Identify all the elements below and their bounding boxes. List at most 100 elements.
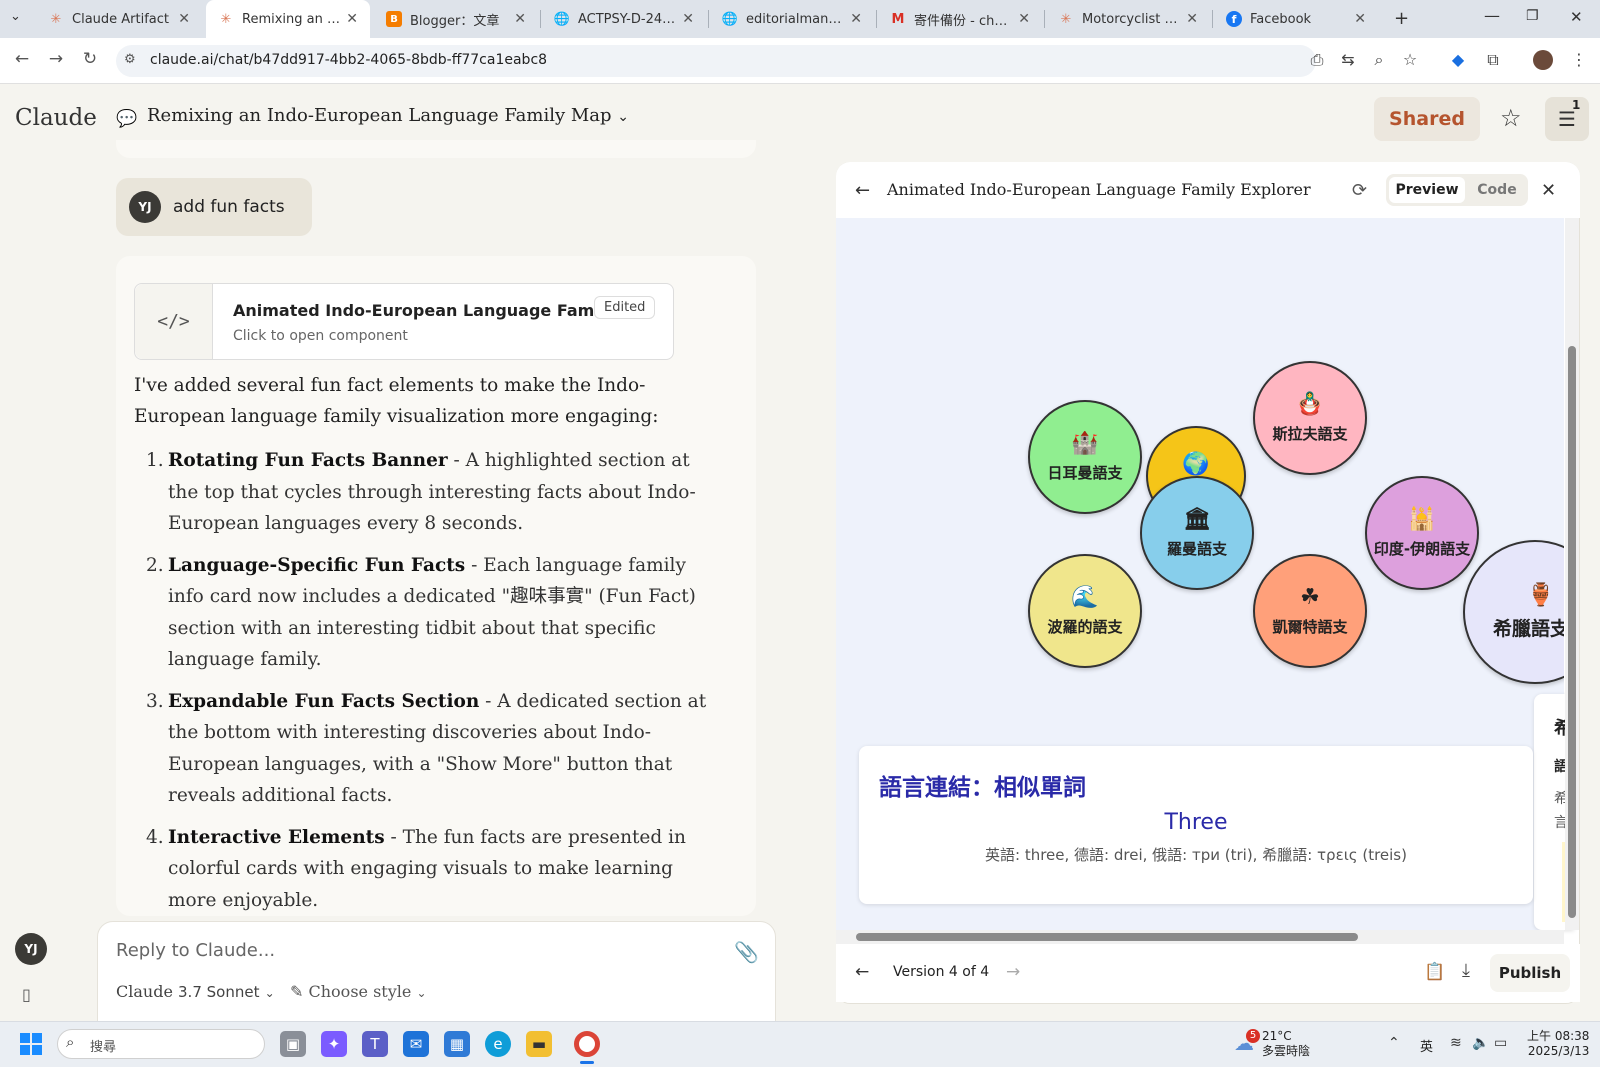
- start-windows-icon[interactable]: [20, 1033, 42, 1055]
- previous-version-icon[interactable]: ←: [855, 962, 869, 982]
- edge-icon[interactable]: e: [485, 1031, 511, 1057]
- task-view-icon[interactable]: ▣: [280, 1031, 306, 1057]
- forward-icon[interactable]: →: [44, 49, 68, 69]
- taskbar-search-input[interactable]: 搜尋: [90, 1036, 116, 1055]
- vertical-scroll-thumb[interactable]: [1568, 346, 1576, 918]
- horizontal-scroll-thumb[interactable]: [856, 933, 1358, 941]
- translate-icon[interactable]: ⇆: [1337, 50, 1359, 69]
- chrome-icon[interactable]: [574, 1031, 600, 1057]
- style-selector[interactable]: ✎ Choose style ⌄: [290, 982, 427, 1001]
- artifact-card[interactable]: </> Animated Indo-European Language Fami…: [134, 283, 674, 360]
- store-icon[interactable]: ▦: [444, 1031, 470, 1057]
- wave-icon: 🌊: [1071, 585, 1099, 610]
- settings-sliders-button[interactable]: ☰: [1545, 97, 1589, 141]
- gmail-icon: M: [891, 11, 905, 27]
- word-connection-card: 語言連結：相似單詞 Three 英語: three, 德語: drei, 俄語:…: [859, 746, 1533, 904]
- bookmark-star-icon[interactable]: ☆: [1399, 50, 1421, 69]
- taskbar-search[interactable]: [57, 1029, 265, 1059]
- tab-claude-artifact[interactable]: ✳ Claude Artifact ✕: [36, 0, 202, 38]
- claude-logo[interactable]: Claude: [15, 105, 97, 131]
- extensions-puzzle-icon[interactable]: ⧉: [1482, 50, 1504, 70]
- claude-icon: ✳: [1060, 11, 1072, 27]
- code-icon: </>: [135, 284, 213, 359]
- tab-motorcyclist[interactable]: ✳ Motorcyclist Acqu ✕: [1046, 0, 1210, 38]
- back-arrow-icon[interactable]: ←: [855, 180, 870, 201]
- new-tab-icon[interactable]: +: [1394, 8, 1409, 29]
- node-romance[interactable]: 🏛 羅曼語支: [1140, 476, 1254, 590]
- chat-title[interactable]: Remixing an Indo-European Language Famil…: [147, 105, 629, 126]
- teams-icon[interactable]: T: [362, 1031, 388, 1057]
- node-slavic[interactable]: 🪆 斯拉夫語支: [1253, 361, 1367, 475]
- shared-button[interactable]: Shared: [1374, 97, 1480, 141]
- code-tab[interactable]: Code: [1468, 177, 1526, 203]
- download-icon[interactable]: ⤓: [1462, 960, 1470, 981]
- tab-editorialmanager[interactable]: 🌐 editorialmanager.c ✕: [710, 0, 874, 38]
- list-item: 3. Expandable Fun Facts Section - A dedic…: [146, 690, 707, 807]
- artifact-subtitle: Click to open component: [233, 328, 408, 344]
- copilot-icon[interactable]: ✦: [321, 1031, 347, 1057]
- reply-input[interactable]: Reply to Claude...: [116, 940, 275, 961]
- claude-icon: ✳: [220, 11, 232, 27]
- tab-gmail[interactable]: M 寄件備份 - chang2 ✕: [878, 0, 1042, 38]
- previous-message-edge: [116, 140, 756, 158]
- node-indo-iranian[interactable]: 🕌 印度-伊朗語支: [1365, 476, 1479, 590]
- close-icon[interactable]: ✕: [1186, 11, 1198, 27]
- refresh-icon[interactable]: ⟳: [1352, 180, 1367, 201]
- close-icon[interactable]: ✕: [346, 11, 358, 27]
- tab-blogger[interactable]: B Blogger：文章 ✕: [374, 0, 538, 38]
- extension-diamond-icon[interactable]: ◆: [1447, 50, 1469, 69]
- shamrock-icon: ☘: [1300, 585, 1320, 610]
- tab-actpsy[interactable]: 🌐 ACTPSY-D-24-026 ✕: [542, 0, 706, 38]
- model-selector[interactable]: Claude 3.7 Sonnet ⌄: [116, 982, 275, 1001]
- show-hidden-icons-chevron-icon[interactable]: ⌃: [1388, 1035, 1400, 1051]
- reload-icon[interactable]: ↻: [78, 49, 102, 69]
- user-message-text: add fun facts: [173, 197, 285, 217]
- close-icon[interactable]: ✕: [682, 11, 694, 27]
- close-icon[interactable]: ✕: [1354, 11, 1366, 27]
- node-germanic[interactable]: 🏰 日耳曼語支: [1028, 400, 1142, 514]
- weather-widget[interactable]: 21°C 多雲時陰: [1262, 1029, 1310, 1059]
- attach-paperclip-icon[interactable]: 📎: [734, 940, 759, 964]
- install-app-icon[interactable]: ⎙: [1306, 50, 1328, 70]
- reply-composer[interactable]: [97, 921, 776, 1031]
- node-greek[interactable]: 🏺 希臘語支: [1463, 540, 1564, 684]
- close-icon[interactable]: ✕: [178, 11, 190, 27]
- browser-menu-icon[interactable]: ⋮: [1568, 50, 1590, 69]
- ime-indicator[interactable]: 英: [1420, 1036, 1433, 1055]
- account-avatar[interactable]: YJ: [15, 933, 47, 965]
- tab-search-chevron-icon[interactable]: ⌄: [10, 9, 21, 24]
- battery-icon[interactable]: ▭: [1494, 1035, 1507, 1051]
- edited-badge: Edited: [594, 296, 656, 319]
- volume-icon[interactable]: 🔈: [1472, 1035, 1489, 1051]
- restore-icon[interactable]: ❐: [1526, 8, 1539, 24]
- preview-tab[interactable]: Preview: [1389, 177, 1465, 203]
- site-info-icon[interactable]: ⚙: [124, 52, 136, 67]
- features-list: 1. Rotating Fun Facts Banner - A highligh…: [134, 445, 714, 926]
- node-baltic[interactable]: 🌊 波羅的語支: [1028, 554, 1142, 668]
- star-icon[interactable]: ☆: [1500, 104, 1522, 132]
- next-version-icon[interactable]: →: [1006, 962, 1020, 982]
- url-text[interactable]: claude.ai/chat/b47dd917-4bb2-4065-8bdb-f…: [150, 52, 547, 68]
- version-label: Version 4 of 4: [893, 964, 990, 980]
- wifi-icon[interactable]: ≋: [1450, 1035, 1462, 1051]
- node-celtic[interactable]: ☘ 凱爾特語支: [1253, 554, 1367, 668]
- window-close-icon[interactable]: ✕: [1570, 8, 1583, 26]
- globe-icon: 🌍: [1182, 452, 1210, 477]
- zoom-icon[interactable]: ⌕: [1368, 50, 1390, 70]
- close-icon[interactable]: ✕: [850, 11, 862, 27]
- back-icon[interactable]: ←: [10, 49, 34, 69]
- publish-button[interactable]: Publish: [1490, 954, 1570, 992]
- copy-icon[interactable]: 📋: [1424, 962, 1445, 982]
- tab-facebook[interactable]: f Facebook ✕: [1214, 0, 1378, 38]
- minimize-icon[interactable]: —: [1484, 6, 1500, 25]
- profile-avatar-icon[interactable]: [1533, 50, 1553, 70]
- close-icon[interactable]: ✕: [514, 11, 526, 27]
- castle-icon: 🏰: [1071, 431, 1099, 456]
- close-panel-icon[interactable]: ✕: [1541, 180, 1556, 201]
- close-icon[interactable]: ✕: [1018, 11, 1030, 27]
- sidebar-toggle-icon[interactable]: ▯: [22, 985, 31, 1004]
- mail-icon[interactable]: ✉: [403, 1031, 429, 1057]
- file-explorer-icon[interactable]: ▬: [526, 1031, 552, 1057]
- clock[interactable]: 上午 08:38 2025/3/13: [1527, 1029, 1589, 1059]
- tab-remixing[interactable]: ✳ Remixing an Indo- ✕: [206, 0, 370, 38]
